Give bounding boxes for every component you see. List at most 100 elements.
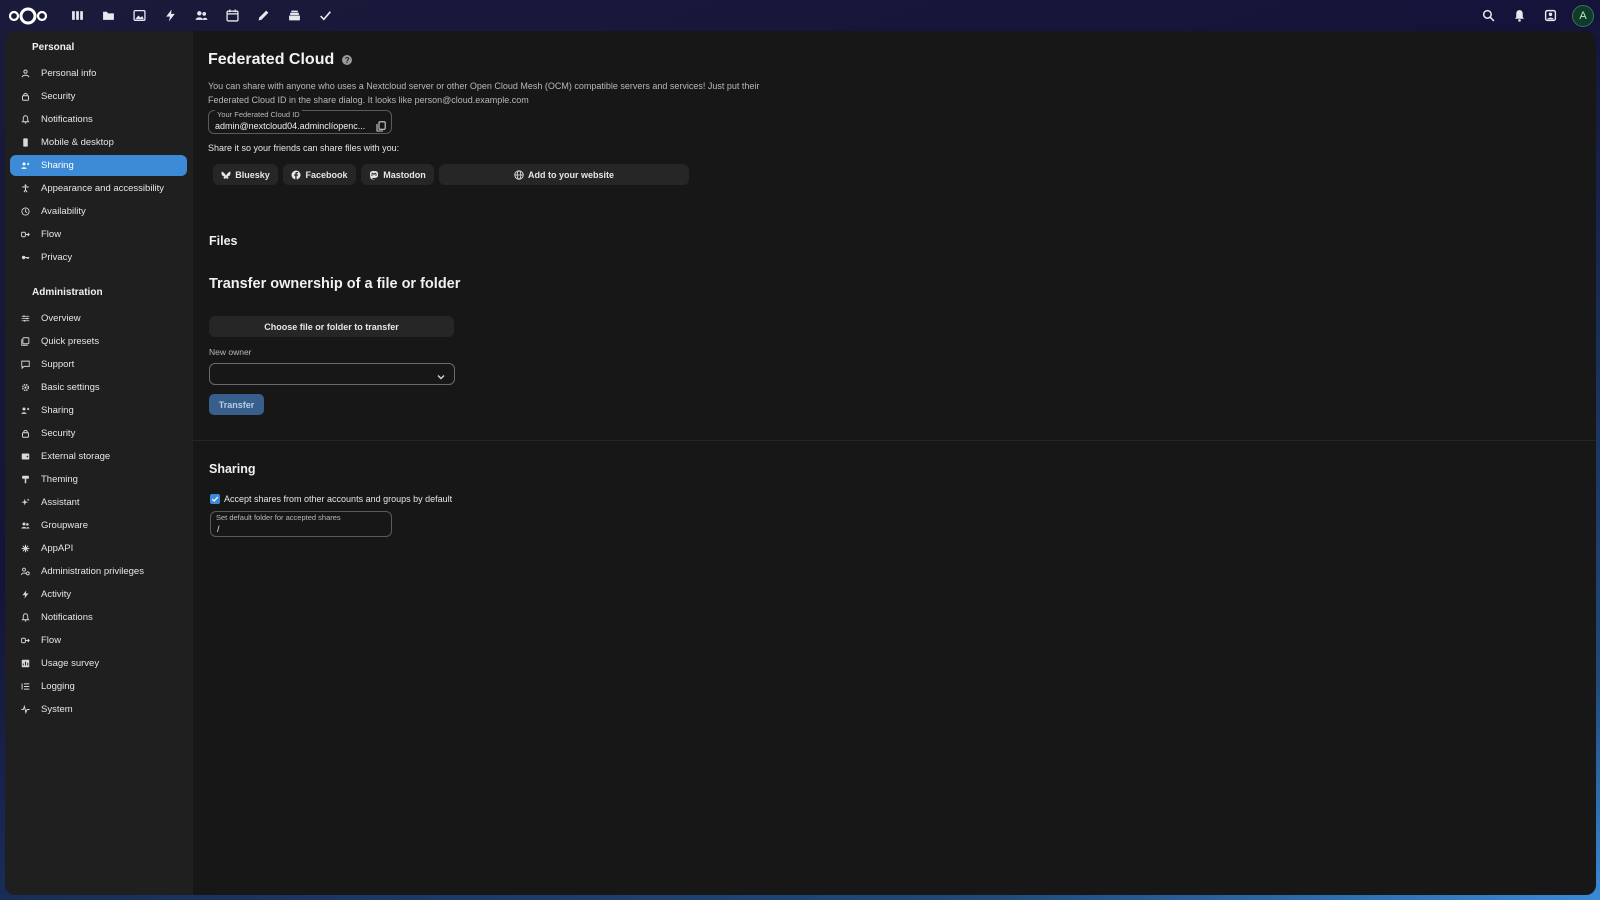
dashboard-icon[interactable] [62, 0, 93, 31]
header-right: A [1473, 0, 1594, 31]
new-owner-select[interactable] [209, 363, 455, 385]
default-folder-field[interactable]: Set default folder for accepted shares / [210, 511, 392, 537]
admin-icon [19, 566, 31, 578]
sidebar-item-label: Theming [41, 474, 78, 485]
sidebar-item-notifications[interactable]: Notifications [10, 109, 187, 130]
brush-icon [19, 474, 31, 486]
list-icon [19, 681, 31, 693]
mastodon-button[interactable]: Mastodon [361, 164, 434, 185]
accept-shares-label: Accept shares from other accounts and gr… [224, 494, 453, 504]
sidebar-item-label: Logging [41, 681, 75, 692]
sidebar-item-external-storage[interactable]: External storage [10, 446, 187, 467]
sidebar-item-theming[interactable]: Theming [10, 469, 187, 490]
sidebar-item-label: Personal info [41, 68, 97, 79]
sidebar-item-support[interactable]: Support [10, 354, 187, 375]
sidebar-item-label: Administration privileges [41, 566, 144, 577]
mastodon-icon [370, 170, 379, 179]
notifications-icon[interactable] [1504, 0, 1535, 31]
chevron-down-icon [436, 369, 446, 380]
tasks-icon[interactable] [310, 0, 341, 31]
sidebar-item-system[interactable]: System [10, 699, 187, 720]
activity-icon[interactable] [155, 0, 186, 31]
activity-icon [19, 589, 31, 601]
calendar-icon[interactable] [217, 0, 248, 31]
sidebar-item-sharing[interactable]: Sharing [10, 155, 187, 176]
accept-shares-row[interactable]: Accept shares from other accounts and gr… [210, 494, 452, 504]
sidebar-item-mobile-desktop[interactable]: Mobile & desktop [10, 132, 187, 153]
share-icon [19, 405, 31, 417]
group-icon [19, 520, 31, 532]
sidebar-item-label: Sharing [41, 405, 74, 416]
federated-cloud-heading: Federated Cloud ? [208, 51, 353, 69]
sidebar-item-overview[interactable]: Overview [10, 308, 187, 329]
sidebar-item-flow[interactable]: Flow [10, 224, 187, 245]
sidebar-item-label: Appearance and accessibility [41, 183, 165, 194]
sidebar-item-quick-presets[interactable]: Quick presets [10, 331, 187, 352]
top-bar: A [0, 0, 1600, 31]
accessibility-icon [19, 183, 31, 195]
sidebar-item-activity[interactable]: Activity [10, 584, 187, 605]
app-content: Personal Personal info Security Notificati… [5, 31, 1596, 895]
facebook-icon [291, 170, 301, 179]
sidebar-item-groupware[interactable]: Groupware [10, 515, 187, 536]
sidebar-item-label: Security [41, 428, 76, 439]
search-icon[interactable] [1473, 0, 1504, 31]
mastodon-label: Mastodon [383, 169, 426, 180]
settings-content: Federated Cloud ? You can share with any… [193, 31, 1596, 895]
sidebar-item-label: System [41, 704, 73, 715]
copy-icon[interactable] [376, 119, 386, 132]
sidebar-item-label: Privacy [41, 252, 73, 263]
sidebar-item-notifications[interactable]: Notifications [10, 607, 187, 628]
sidebar-item-label: Availability [41, 206, 86, 217]
sidebar-item-basic-settings[interactable]: Basic settings [10, 377, 187, 398]
survey-icon [19, 658, 31, 670]
phone-icon [19, 137, 31, 149]
sidebar-item-availability[interactable]: Availability [10, 201, 187, 222]
sidebar-item-label: Notifications [41, 612, 93, 623]
sidebar-item-assistant[interactable]: Assistant [10, 492, 187, 513]
add-to-website-button[interactable]: Add to your website [439, 164, 689, 185]
administration-nav: Overview Quick presets Support Basic settin… [5, 308, 192, 720]
facebook-label: Facebook [305, 169, 348, 180]
nextcloud-logo-icon[interactable] [8, 6, 48, 26]
deck-icon[interactable] [279, 0, 310, 31]
help-icon[interactable]: ? [342, 55, 353, 65]
pulse-icon [19, 704, 31, 716]
contacts-icon[interactable] [186, 0, 217, 31]
globe-icon [514, 169, 524, 180]
transfer-button[interactable]: Transfer [209, 394, 264, 415]
avatar[interactable]: A [1572, 4, 1594, 27]
sidebar-item-logging[interactable]: Logging [10, 676, 187, 697]
sidebar-item-appapi[interactable]: AppAPI [10, 538, 187, 559]
files-icon[interactable] [93, 0, 124, 31]
sidebar-item-personal-info[interactable]: Personal info [10, 63, 187, 84]
facebook-button[interactable]: Facebook [283, 164, 356, 185]
personal-caption: Personal [32, 42, 75, 53]
sidebar-item-label: Groupware [41, 520, 88, 531]
default-folder-label: Set default folder for accepted shares [216, 513, 341, 522]
sidebar-item-sharing[interactable]: Sharing [10, 400, 187, 421]
sidebar-item-usage-survey[interactable]: Usage survey [10, 653, 187, 674]
accept-shares-checkbox[interactable] [210, 494, 220, 504]
sidebar-item-label: Assistant [41, 497, 80, 508]
sidebar-item-flow[interactable]: Flow [10, 630, 187, 651]
sidebar-item-administration-privileges[interactable]: Administration privileges [10, 561, 187, 582]
sidebar-item-label: Activity [41, 589, 72, 600]
notes-icon[interactable] [248, 0, 279, 31]
photos-icon[interactable] [124, 0, 155, 31]
default-folder-value: / [217, 524, 220, 534]
sidebar-item-privacy[interactable]: Privacy [10, 247, 187, 268]
contacts-menu-icon[interactable] [1535, 0, 1566, 31]
new-owner-label: New owner [209, 347, 252, 357]
sidebar-item-label: Basic settings [41, 382, 100, 393]
choose-file-button[interactable]: Choose file or folder to transfer [209, 316, 454, 337]
sidebar-item-appearance-and-accessibility[interactable]: Appearance and accessibility [10, 178, 187, 199]
settings-sidebar: Personal Personal info Security Notificati… [5, 31, 193, 895]
bluesky-button[interactable]: Bluesky [213, 164, 278, 185]
sidebar-item-label: External storage [41, 451, 111, 462]
federated-cloud-id-field[interactable]: Your Federated Cloud ID admin@nextcloud0… [208, 110, 392, 134]
flow-icon [19, 635, 31, 647]
sidebar-item-security[interactable]: Security [10, 86, 187, 107]
sidebar-item-security[interactable]: Security [10, 423, 187, 444]
section-divider [193, 440, 1596, 441]
